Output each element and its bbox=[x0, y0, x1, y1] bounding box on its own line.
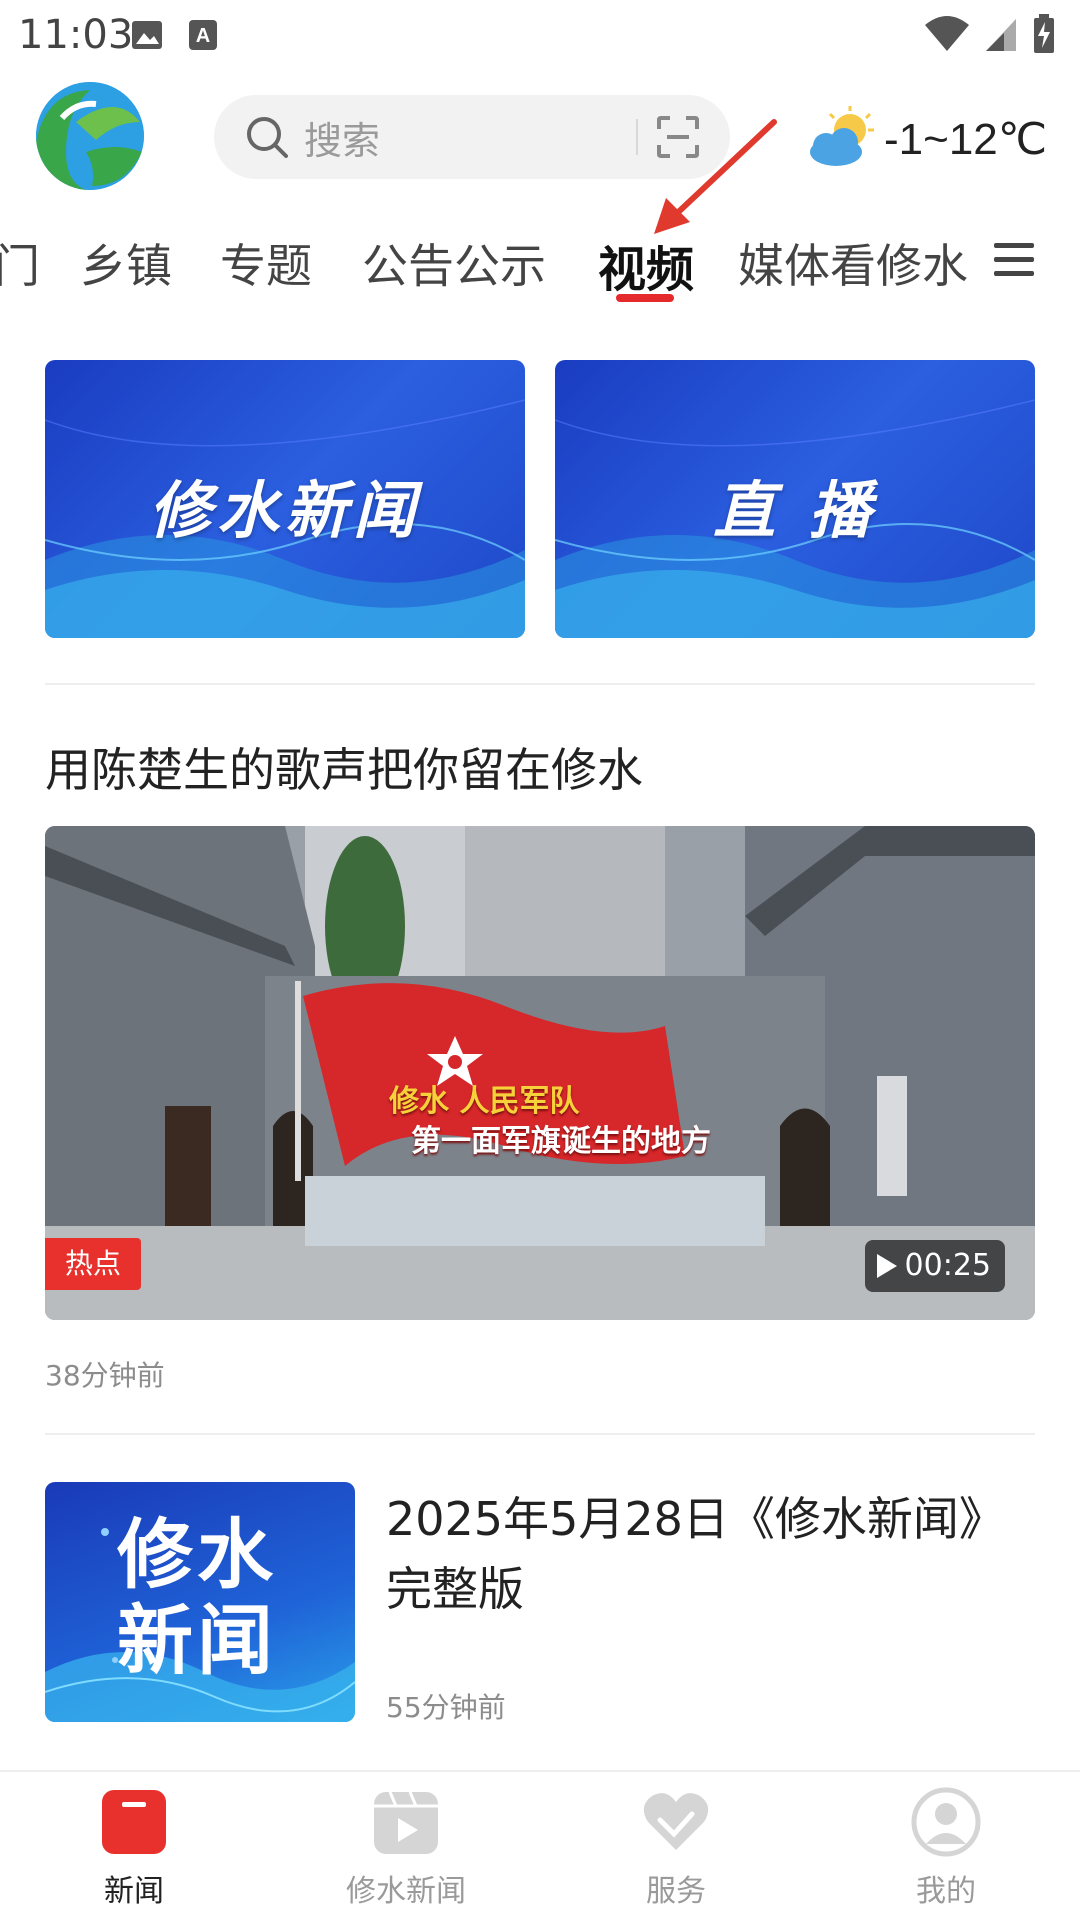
status-time: 11:03 bbox=[18, 12, 134, 58]
weather-temperature: -1~12℃ bbox=[884, 114, 1048, 164]
service-heart-icon bbox=[643, 1793, 709, 1850]
video-thumbnail[interactable]: 修水 人民军队 第一面军旗诞生的地方 热点 00:25 bbox=[45, 826, 1035, 1320]
video-icon bbox=[374, 1791, 438, 1854]
active-tab-indicator bbox=[616, 294, 674, 302]
image-icon bbox=[132, 21, 162, 49]
svg-text:A: A bbox=[196, 25, 210, 47]
a-notification-icon: A bbox=[189, 20, 217, 50]
banner-live[interactable]: 直 播 bbox=[555, 360, 1035, 638]
channel-tabs: 门 乡镇 专题 公告公示 视频 媒体看修水 bbox=[0, 222, 1080, 314]
tab-menkou[interactable]: 门 bbox=[0, 230, 40, 296]
article-time: 38分钟前 bbox=[45, 1359, 165, 1392]
divider bbox=[45, 683, 1035, 685]
user-icon bbox=[911, 1787, 981, 1857]
nav-service-label: 服务 bbox=[646, 1874, 706, 1909]
nav-mine-label: 我的 bbox=[916, 1874, 976, 1909]
tab-gonggao[interactable]: 公告公示 bbox=[362, 230, 546, 296]
weather-widget[interactable]: -1~12℃ bbox=[804, 106, 1047, 172]
battery-charging-icon bbox=[1034, 14, 1054, 53]
news-icon bbox=[102, 1790, 166, 1854]
banner-xiushui-news[interactable]: 修水新闻 bbox=[45, 360, 525, 638]
article-title[interactable]: 用陈楚生的歌声把你留在修水 bbox=[45, 734, 643, 800]
banner-live-label: 直 播 bbox=[713, 474, 877, 547]
article-title[interactable]: 2025年5月28日《修水新闻》完整版 bbox=[386, 1484, 1026, 1624]
bottom-navigation: 新闻 修水新闻 服务 我的 bbox=[0, 1770, 1080, 1920]
video-duration: 00:25 bbox=[864, 1240, 1005, 1292]
thumbnail-line1: 修水 bbox=[117, 1510, 277, 1599]
nav-xiushui-news-label: 修水新闻 bbox=[346, 1874, 466, 1909]
app-logo[interactable] bbox=[36, 82, 144, 190]
menu-icon[interactable] bbox=[992, 240, 1036, 280]
partly-cloudy-icon bbox=[810, 106, 874, 166]
nav-news[interactable]: 新闻 bbox=[44, 1786, 224, 1910]
tab-xiangzhen[interactable]: 乡镇 bbox=[80, 230, 172, 296]
search-icon bbox=[247, 117, 288, 158]
article-time: 55分钟前 bbox=[386, 1691, 506, 1724]
tab-meiti[interactable]: 媒体看修水 bbox=[738, 230, 968, 296]
banner-xiushui-news-label: 修水新闻 bbox=[148, 474, 421, 547]
signal-icon bbox=[986, 19, 1016, 51]
thumbnail-line2: 新闻 bbox=[117, 1596, 277, 1685]
hot-badge: 热点 bbox=[45, 1238, 141, 1290]
search-placeholder: 搜索 bbox=[304, 118, 381, 163]
video-sign-line1: 修水 人民军队 bbox=[389, 1084, 580, 1119]
play-icon bbox=[876, 1254, 897, 1278]
wifi-icon bbox=[925, 16, 969, 51]
tab-video[interactable]: 视频 bbox=[598, 230, 694, 300]
nav-service[interactable]: 服务 bbox=[586, 1786, 766, 1910]
nav-mine[interactable]: 我的 bbox=[856, 1786, 1036, 1910]
tab-zhuanti[interactable]: 专题 bbox=[220, 230, 312, 296]
article-thumbnail[interactable]: 修水 新闻 bbox=[45, 1482, 355, 1722]
nav-xiushui-news[interactable]: 修水新闻 bbox=[316, 1786, 496, 1910]
divider bbox=[45, 1433, 1035, 1435]
search-divider bbox=[636, 119, 638, 155]
duration-text: 00:25 bbox=[904, 1248, 991, 1283]
thumbnail-text: 修水 新闻 bbox=[117, 1512, 277, 1684]
video-sign-line2: 第一面军旗诞生的地方 bbox=[411, 1124, 711, 1159]
status-bar: 11:03 A bbox=[0, 0, 1080, 72]
nav-news-label: 新闻 bbox=[104, 1874, 164, 1909]
annotation-arrow bbox=[654, 119, 777, 234]
